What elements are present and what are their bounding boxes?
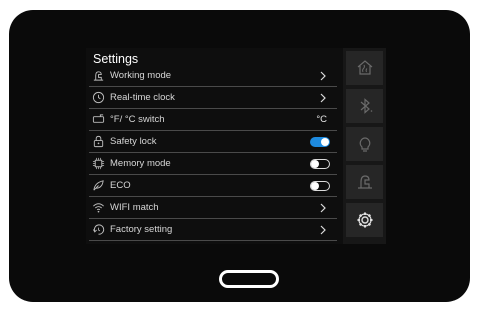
sidebar-item-bluetooth[interactable] (346, 89, 383, 123)
row-safety-lock[interactable]: Safety lock (89, 131, 337, 153)
memory-mode-toggle[interactable] (310, 158, 330, 169)
sidebar-nav (343, 48, 386, 244)
memory-chip-icon (91, 157, 105, 171)
sidebar-item-mode[interactable] (346, 165, 383, 199)
row-label: ECO (110, 180, 131, 191)
gear-icon (357, 212, 372, 228)
sidebar-item-heating[interactable] (346, 51, 383, 85)
row-wifi-match[interactable]: WIFI match (89, 197, 337, 219)
row-working-mode[interactable]: Working mode (89, 65, 337, 87)
row-temperature-unit-switch[interactable]: °F/ °C switch °C (89, 109, 337, 131)
row-label: Factory setting (110, 224, 173, 235)
row-label: Real-time clock (110, 92, 175, 103)
row-label: °F/ °C switch (110, 114, 165, 125)
clock-icon (91, 91, 105, 105)
row-eco[interactable]: ECO (89, 175, 337, 197)
chevron-right-icon (320, 203, 326, 212)
reset-icon (91, 223, 105, 237)
sidebar-item-light[interactable] (346, 127, 383, 161)
row-label: Memory mode (110, 158, 171, 169)
mode-icon (91, 69, 105, 83)
safety-lock-toggle[interactable] (310, 136, 330, 147)
page-title: Settings (93, 52, 139, 66)
eco-toggle[interactable] (310, 180, 330, 191)
temperature-unit-value: °C (316, 114, 327, 125)
lock-icon (91, 135, 105, 149)
leaf-icon (91, 179, 105, 193)
temperature-switch-icon (91, 113, 105, 127)
row-factory-setting[interactable]: Factory setting (89, 219, 337, 241)
chevron-right-icon (320, 225, 326, 234)
wifi-icon (91, 201, 105, 215)
row-label: WIFI match (110, 202, 159, 213)
chevron-right-icon (320, 93, 326, 102)
chevron-right-icon (320, 71, 326, 80)
row-label: Working mode (110, 70, 172, 81)
row-real-time-clock[interactable]: Real-time clock (89, 87, 337, 109)
home-heat-icon (357, 60, 372, 75)
bulb-icon (359, 137, 370, 152)
mode-icon (357, 175, 372, 189)
home-button[interactable] (219, 270, 279, 288)
bluetooth-icon (360, 98, 372, 114)
row-label: Safety lock (110, 136, 157, 147)
row-memory-mode[interactable]: Memory mode (89, 153, 337, 175)
sidebar-item-settings[interactable] (346, 203, 383, 237)
settings-screen: Settings Working mode Real-time clock °F… (86, 48, 386, 244)
